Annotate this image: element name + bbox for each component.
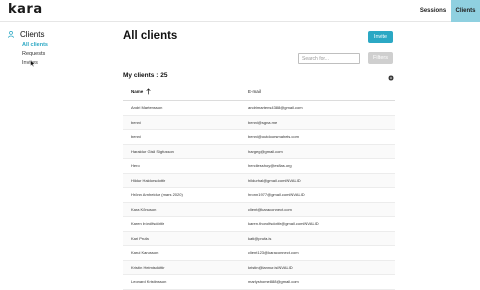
filters-button[interactable]: Filters (368, 52, 393, 64)
client-email: hildurhal@gmail.comINVALID (248, 177, 301, 183)
table-row[interactable]: Hrönn Arnheidur (mars 2020) hronn1977@gma… (123, 188, 395, 203)
client-email: benni@outdoorsmaheis.com (248, 134, 299, 139)
gear-icon[interactable] (388, 75, 394, 81)
table-row[interactable]: Karen Þórólfsdóttir karen.thorolfsdottir@… (123, 217, 395, 232)
client-email: client123@karaconnect.com (248, 250, 299, 255)
client-email: hercilesshoy@esflas.org (248, 163, 292, 168)
column-header-name[interactable]: Name (131, 89, 143, 94)
table-header: Name E-mail (123, 86, 395, 101)
nav-clients[interactable]: Clients (451, 0, 480, 22)
app-logo[interactable]: kara (8, 2, 43, 17)
client-email: marlyshome888@gmail.com (248, 279, 299, 284)
table-row[interactable]: Kari Prufa kati@prufa.is (123, 231, 395, 246)
client-email: benni@sgna.me (248, 119, 278, 125)
client-email: hargeg@gmail.com (248, 148, 283, 154)
client-name: Andri Martensson (131, 105, 163, 110)
clients-count: My clients : 25 (123, 72, 168, 79)
sort-arrow-up-icon[interactable] (146, 88, 151, 95)
table-row[interactable]: Leonard Kristinsson marlyshome888@gmail.c… (123, 275, 395, 290)
client-email: hronn1977@gmail.comINVALID (248, 192, 305, 197)
client-name: Haraldur Gisli Sigfusson (131, 148, 174, 154)
table-row[interactable]: Kara Kõnuson client@karaconnect.com (123, 202, 395, 217)
table-row[interactable]: Haraldur Gisli Sigfusson hargeg@gmail.com (123, 144, 395, 159)
mouse-cursor-icon (30, 60, 36, 67)
client-name: benni (131, 134, 141, 139)
client-name: Hero (131, 163, 140, 168)
client-name: Karui Karusson (131, 250, 159, 255)
person-icon (8, 31, 14, 38)
client-email: kati@prufa.is (248, 235, 272, 241)
nav-sessions[interactable]: Sessions (417, 0, 449, 22)
table-row[interactable]: Hildur Haldorsdottir hildurhal@gmail.comI… (123, 173, 395, 188)
sidebar-item-all-clients[interactable]: All clients (22, 42, 48, 48)
client-name: benni (131, 119, 141, 125)
client-name: Karen Þórólfsdóttir (131, 221, 165, 226)
client-name: Leonard Kristinsson (131, 279, 167, 284)
table-row[interactable]: benni benni@sgna.me (123, 115, 395, 130)
clients-table: Name E-mail Andri Martensson andrimartens… (123, 86, 395, 290)
client-name: Kristín Heimisdóttir (131, 264, 165, 270)
client-email: karen.thorolfsdottir@gmail.comINVALID (248, 221, 319, 226)
client-name: Kara Kõnuson (131, 206, 157, 212)
sidebar: Clients All clients Requests Invites (0, 22, 110, 290)
client-name: Kari Prufa (131, 235, 149, 241)
invite-button[interactable]: Invite (368, 31, 393, 43)
column-header-email: E-mail (248, 89, 261, 94)
sidebar-title: Clients (20, 30, 45, 39)
client-name: Hildur Haldorsdottir (131, 177, 166, 183)
top-bar: kara Sessions Clients (0, 0, 480, 22)
client-email: andrimartens4388@gmail.com (248, 105, 303, 110)
table-row[interactable]: Andri Martensson andrimartens4388@gmail.c… (123, 101, 395, 116)
table-row[interactable]: Hero hercilesshoy@esflas.org (123, 159, 395, 174)
client-name: Hrönn Arnheidur (mars 2020) (131, 192, 183, 197)
page-title: All clients (123, 30, 178, 42)
sidebar-item-requests[interactable]: Requests (22, 51, 45, 57)
table-row[interactable]: Karui Karusson client123@karaconnect.com (123, 246, 395, 261)
search-input[interactable] (298, 53, 360, 64)
client-email: client@karaconnect.com (248, 206, 292, 212)
client-email: kristin@lannur.isINVALID (248, 264, 293, 270)
table-row[interactable]: Kristín Heimisdóttir kristin@lannur.isINV… (123, 260, 395, 275)
table-body: Andri Martensson andrimartens4388@gmail.c… (123, 101, 395, 290)
table-row[interactable]: benni benni@outdoorsmaheis.com (123, 130, 395, 145)
